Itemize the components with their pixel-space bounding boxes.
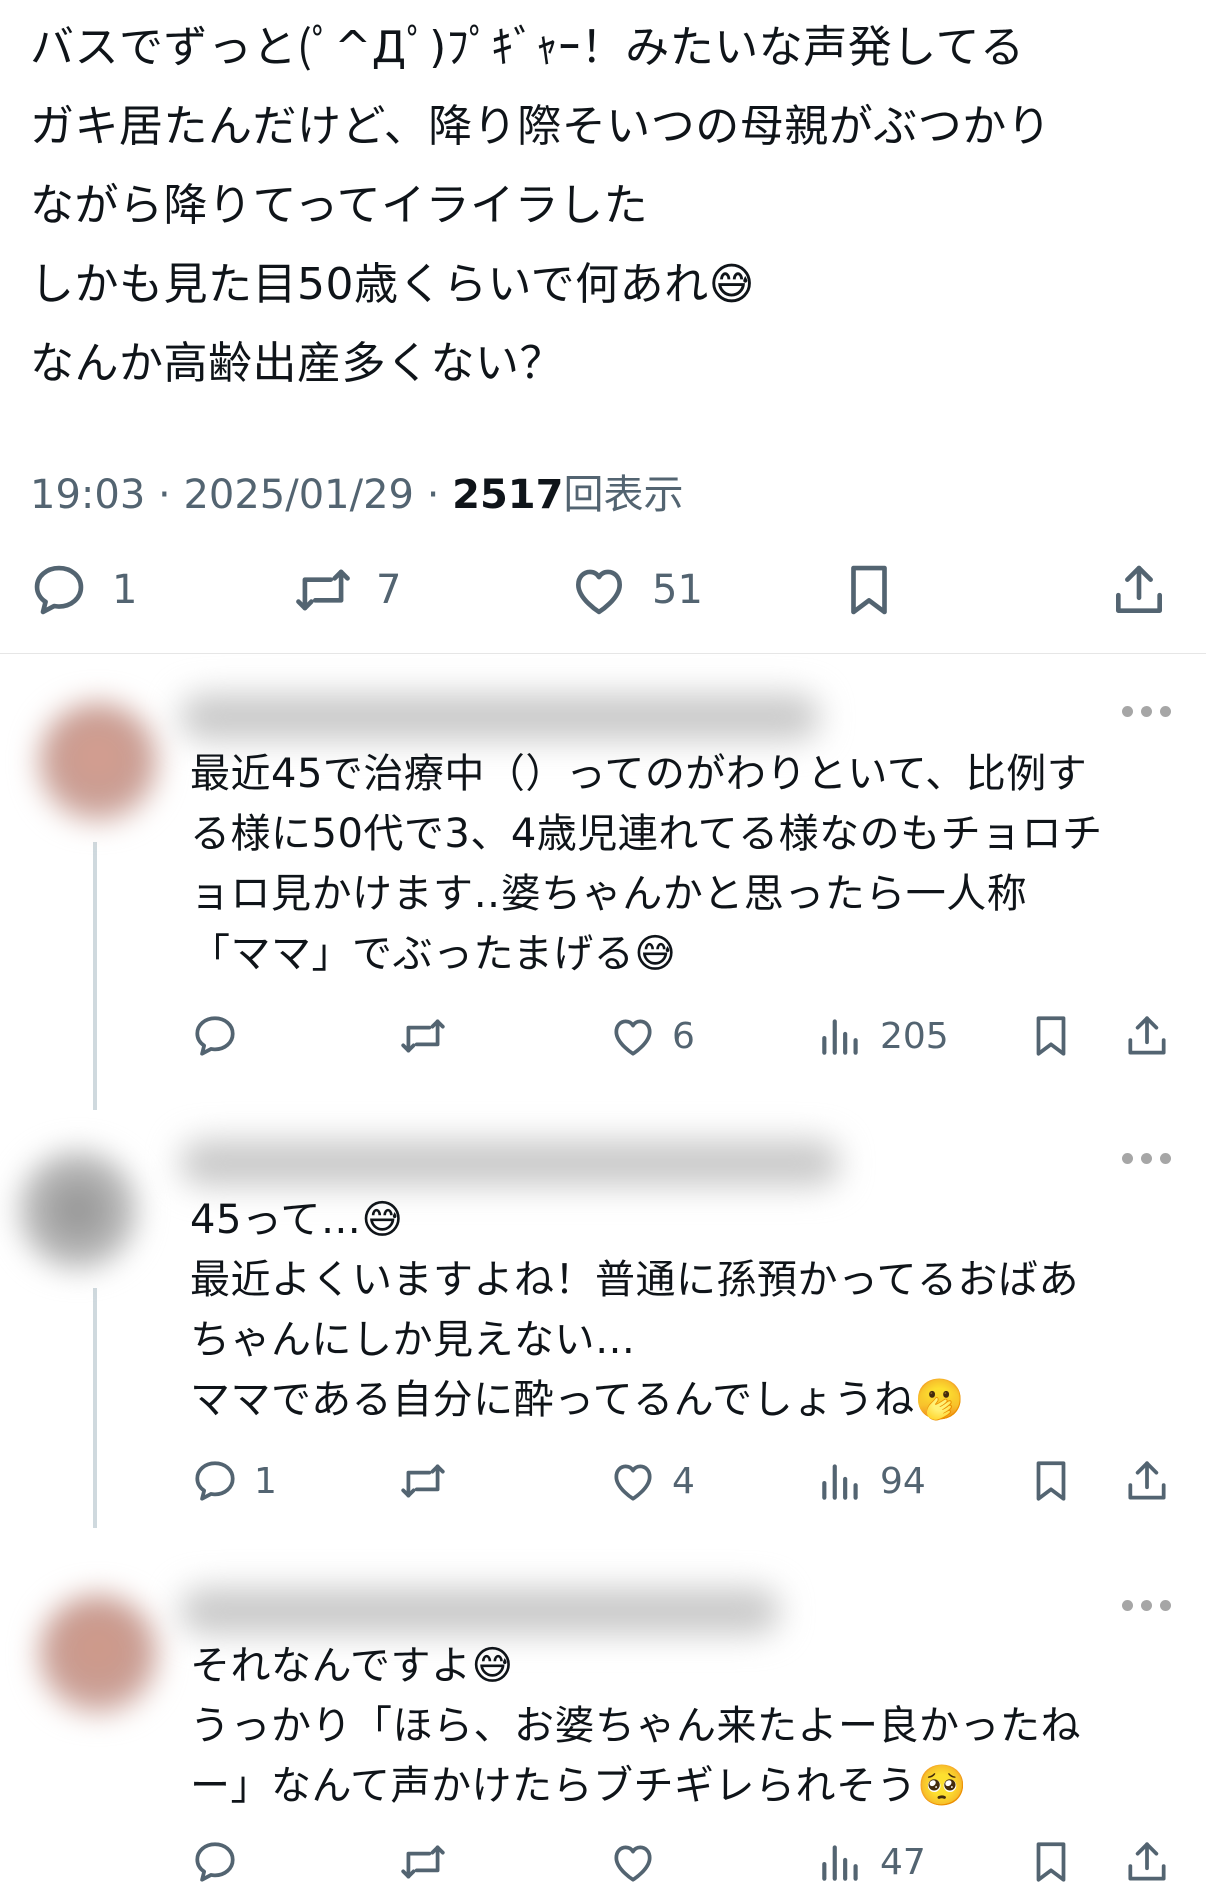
views-button[interactable]: 94 [816, 1453, 926, 1509]
bookmark-button[interactable] [1026, 1008, 1076, 1064]
retweet-icon [401, 1019, 445, 1053]
reply-action-bar: 47 [0, 1834, 1206, 1890]
user-name[interactable] [180, 1588, 780, 1634]
heart-icon [614, 1019, 652, 1056]
heart-icon [614, 1464, 652, 1501]
analytics-icon [822, 1845, 858, 1881]
retweet-button[interactable]: 7 [292, 555, 401, 625]
retweet-button[interactable] [398, 1453, 462, 1509]
tweet-time[interactable]: 19:03 [30, 472, 145, 518]
reply-icon [34, 565, 84, 615]
reply-button[interactable]: 1 [190, 1453, 277, 1509]
share-button[interactable] [1122, 1008, 1172, 1064]
retweet-icon [296, 569, 350, 611]
like-count: 51 [652, 567, 703, 613]
share-button[interactable] [1122, 1453, 1172, 1509]
avatar[interactable] [18, 1150, 138, 1270]
tweet-view-label: 回表示 [563, 472, 684, 518]
bookmark-icon [1036, 1016, 1066, 1056]
analytics-icon [822, 1019, 858, 1055]
reply-icon [195, 1842, 235, 1882]
reply-button[interactable] [190, 1008, 254, 1064]
views-button[interactable]: 47 [816, 1834, 926, 1890]
more-options-button[interactable] [1122, 1153, 1172, 1167]
bookmark-button[interactable] [838, 555, 900, 625]
bookmark-button[interactable] [1026, 1834, 1076, 1890]
retweet-icon [401, 1464, 445, 1498]
like-count: 6 [672, 1015, 695, 1057]
bookmark-icon [1036, 1842, 1066, 1882]
view-count: 94 [880, 1460, 926, 1502]
retweet-icon [401, 1845, 445, 1879]
reply-button[interactable] [190, 1834, 254, 1890]
reply-text: 45って…😅 最近よくいますよね！普通に孫預かってるおばあ ちゃんにしか見えない… [190, 1197, 1079, 1423]
share-icon [1128, 1461, 1166, 1500]
user-name[interactable] [180, 1140, 840, 1186]
views-button[interactable]: 205 [816, 1008, 949, 1064]
thread-line [93, 842, 97, 1110]
like-button[interactable]: 6 [608, 1008, 695, 1064]
divider [0, 653, 1206, 654]
bookmark-icon [851, 565, 887, 615]
retweet-count: 7 [376, 567, 402, 613]
reply-button[interactable]: 1 [28, 555, 137, 625]
more-options-button[interactable] [1122, 1600, 1172, 1614]
tweet-meta: 19:03 · 2025/01/29 · 2517回表示 [30, 472, 684, 518]
bookmark-icon [1036, 1461, 1066, 1501]
more-options-button[interactable] [1122, 706, 1172, 720]
like-count: 4 [672, 1460, 695, 1502]
analytics-icon [822, 1464, 858, 1500]
share-icon [1116, 565, 1162, 613]
reply-count: 1 [254, 1460, 277, 1502]
retweet-button[interactable] [398, 1834, 462, 1890]
retweet-button[interactable] [398, 1008, 462, 1064]
reply-icon [195, 1016, 235, 1056]
tweet-view-count: 2517 [452, 472, 564, 518]
reply-action-bar: 1 4 94 [0, 1453, 1206, 1509]
bookmark-button[interactable] [1026, 1453, 1076, 1509]
tweet-text: バスでずっと(ﾟ^Дﾟ)ﾌﾟｷﾞｬｰ！みたいな声発してる ガキ居たんだけど、降り… [30, 22, 1052, 389]
avatar[interactable] [38, 1594, 158, 1714]
tweet-action-bar: 1 7 51 [0, 555, 1206, 625]
reply-text: それなんですよ😅 うっかり「ほら、お婆ちゃん来たよー良かったね ー」なんて声かけ… [190, 1643, 1081, 1809]
like-button[interactable]: 51 [568, 555, 703, 625]
view-count: 205 [880, 1015, 949, 1057]
like-button[interactable]: 4 [608, 1453, 695, 1509]
share-icon [1128, 1842, 1166, 1881]
view-count: 47 [880, 1841, 926, 1883]
reply-text: 最近45で治療中（）ってのがわりといて、比例す る様に50代で3、4歳児連れてる… [190, 751, 1103, 977]
reply-action-bar: 6 205 [0, 1008, 1206, 1064]
reply-count: 1 [112, 567, 138, 613]
user-name[interactable] [180, 694, 820, 740]
share-button[interactable] [1122, 1834, 1172, 1890]
avatar[interactable] [38, 702, 158, 822]
tweet-date[interactable]: 2025/01/29 [183, 472, 414, 518]
heart-icon [576, 569, 622, 615]
share-button[interactable] [1108, 555, 1170, 625]
like-button[interactable] [608, 1834, 672, 1890]
heart-icon [614, 1845, 652, 1882]
reply-icon [195, 1461, 235, 1501]
share-icon [1128, 1016, 1166, 1055]
